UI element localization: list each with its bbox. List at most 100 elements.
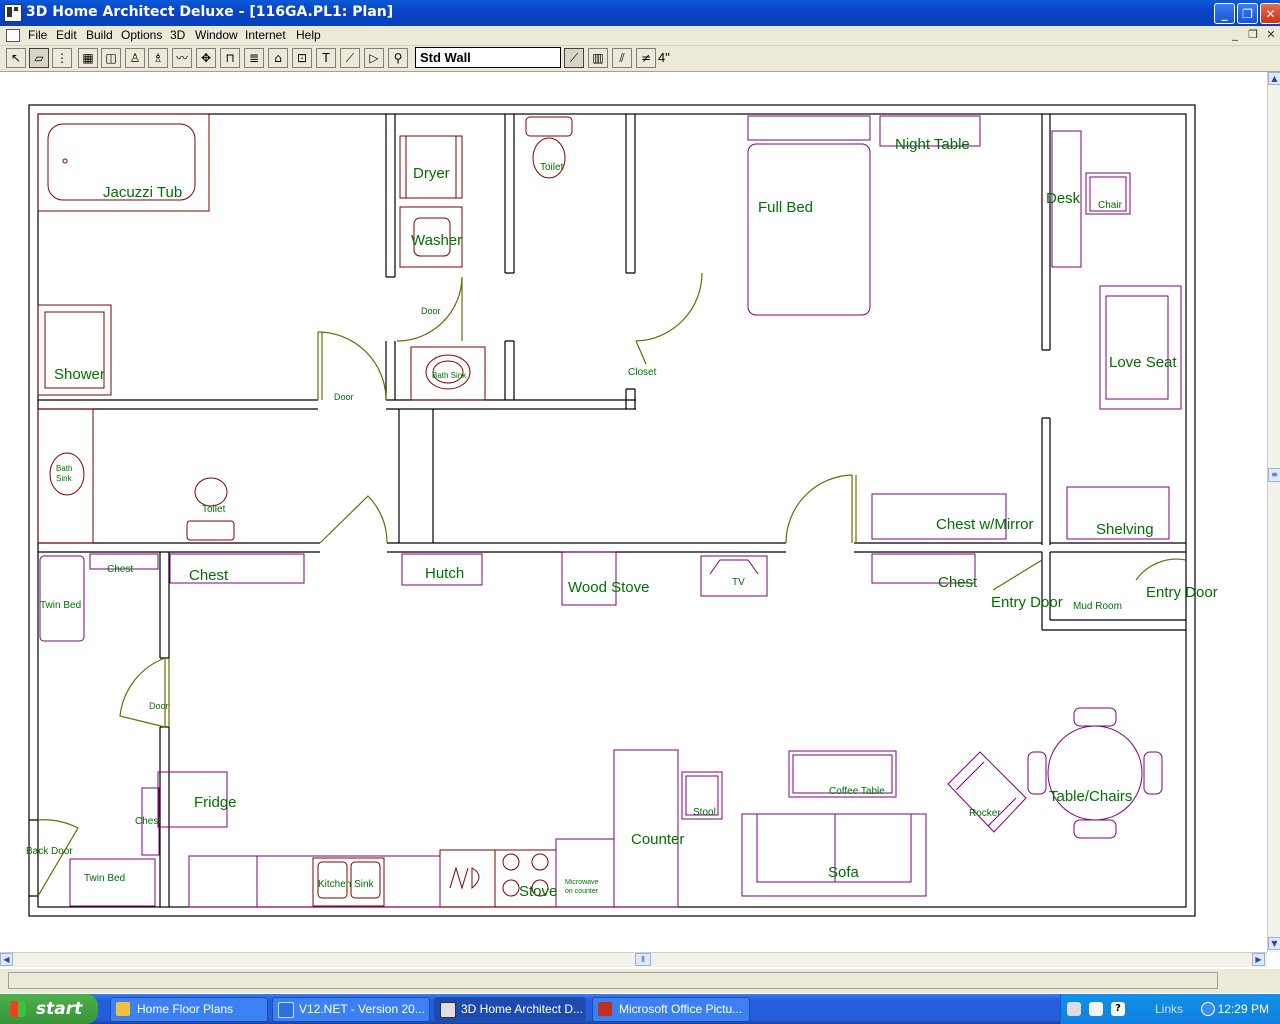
label-wood-stove[interactable]: Wood Stove: [568, 579, 649, 596]
label-stool[interactable]: Stool: [693, 807, 716, 818]
wall-type-select[interactable]: Std Wall: [415, 47, 561, 68]
vertical-scrollbar[interactable]: ▲ ≡ ▼: [1267, 72, 1280, 952]
label-counter[interactable]: Counter: [631, 831, 684, 848]
label-chest-1[interactable]: Chest: [107, 564, 133, 575]
mdi-close-icon[interactable]: ✕: [1264, 28, 1278, 41]
label-entry-door-2[interactable]: Entry Door: [1146, 584, 1218, 601]
wall-tool-icon[interactable]: ▱: [29, 48, 49, 68]
zoom-icon[interactable]: ⚲: [388, 48, 408, 68]
text-tool-icon[interactable]: T: [316, 48, 336, 68]
task-v12-net[interactable]: V12.NET - Version 20...: [272, 997, 430, 1022]
label-full-bed[interactable]: Full Bed: [758, 199, 813, 216]
document-icon[interactable]: [6, 29, 20, 42]
label-jacuzzi-tub[interactable]: Jacuzzi Tub: [103, 184, 182, 201]
close-button[interactable]: ✕: [1260, 3, 1280, 24]
dimension-icon[interactable]: ⟋: [340, 48, 360, 68]
menu-internet[interactable]: Internet: [245, 28, 286, 42]
label-tv[interactable]: TV: [732, 577, 745, 588]
label-washer[interactable]: Washer: [411, 232, 462, 249]
tray-help-icon[interactable]: ?: [1111, 1002, 1125, 1016]
label-shelving[interactable]: Shelving: [1096, 521, 1154, 538]
label-hutch[interactable]: Hutch: [425, 565, 464, 582]
label-rocker[interactable]: Rocker: [969, 808, 1001, 819]
divider-icon[interactable]: ⋮: [52, 48, 72, 68]
straight-wall-icon[interactable]: ⟋: [564, 48, 584, 68]
label-door-3[interactable]: Door: [149, 701, 169, 711]
stairs-icon[interactable]: ≣: [244, 48, 264, 68]
grid-icon[interactable]: ▦: [78, 48, 98, 68]
label-mud-room[interactable]: Mud Room: [1073, 601, 1122, 612]
menu-build[interactable]: Build: [86, 28, 113, 42]
label-sofa[interactable]: Sofa: [828, 864, 859, 881]
tray-tool-icon[interactable]: [1067, 1002, 1081, 1016]
mdi-minimize-icon[interactable]: _: [1228, 28, 1242, 41]
tree-icon[interactable]: ✥: [196, 48, 216, 68]
horizontal-scroll-thumb[interactable]: ⦀: [635, 953, 651, 966]
label-chest-4[interactable]: Chest: [135, 816, 161, 827]
label-night-table[interactable]: Night Table: [895, 136, 970, 153]
task-3d-home-architect[interactable]: 3D Home Architect D...: [434, 997, 586, 1022]
menu-options[interactable]: Options: [121, 28, 162, 42]
maximize-button[interactable]: ❐: [1237, 3, 1258, 24]
scroll-up-icon[interactable]: ▲: [1268, 72, 1280, 85]
label-love-seat[interactable]: Love Seat: [1109, 354, 1177, 371]
scroll-right-icon[interactable]: ▶: [1252, 953, 1265, 966]
wall-thickness[interactable]: 4": [658, 50, 670, 65]
label-kitchen-sink[interactable]: Kitchen Sink: [318, 879, 374, 890]
start-button[interactable]: start: [0, 994, 98, 1024]
menu-window[interactable]: Window: [195, 28, 238, 42]
label-door-2[interactable]: Door: [334, 392, 354, 402]
arrow-tool-icon[interactable]: ▷: [364, 48, 384, 68]
roof-icon[interactable]: ⌂: [268, 48, 288, 68]
label-closet[interactable]: Closet: [628, 367, 656, 378]
break-wall-icon[interactable]: ≠: [636, 48, 656, 68]
label-coffee-table[interactable]: Coffee Table: [829, 786, 885, 797]
menu-edit[interactable]: Edit: [56, 28, 77, 42]
label-fridge[interactable]: Fridge: [194, 794, 237, 811]
label-back-door[interactable]: Back Door: [26, 846, 73, 857]
label-microwave[interactable]: Microwave on counter: [565, 878, 605, 896]
menu-file[interactable]: File: [28, 28, 47, 42]
vertical-scroll-thumb[interactable]: ≡: [1268, 468, 1280, 482]
label-shower[interactable]: Shower: [54, 366, 105, 383]
label-chest-3[interactable]: Chest: [938, 574, 977, 591]
label-chest-2[interactable]: Chest: [189, 567, 228, 584]
tray-monitor-icon[interactable]: [1089, 1002, 1103, 1016]
label-chest-w-mirror[interactable]: Chest w/Mirror: [936, 516, 1034, 533]
label-entry-door-1[interactable]: Entry Door: [991, 594, 1063, 611]
label-table-chairs[interactable]: Table/Chairs: [1049, 788, 1132, 805]
label-twin-bed-1[interactable]: Twin Bed: [40, 600, 81, 611]
label-stove[interactable]: Stove: [519, 883, 557, 900]
task-office-picture-manager[interactable]: Microsoft Office Pictu...: [592, 997, 750, 1022]
deck-icon[interactable]: ⊡: [292, 48, 312, 68]
select-arrow-icon[interactable]: ↖: [6, 48, 26, 68]
horizontal-scrollbar[interactable]: ◀ ⦀ ▶: [0, 952, 1267, 967]
landscape-icon[interactable]: 〰: [172, 48, 192, 68]
cabinet-icon[interactable]: ◫: [101, 48, 121, 68]
furniture-icon[interactable]: ♗: [148, 48, 168, 68]
menu-help[interactable]: Help: [296, 28, 321, 42]
label-toilet-1[interactable]: Toilet: [540, 162, 563, 173]
scroll-left-icon[interactable]: ◀: [0, 953, 13, 966]
task-home-floor-plans[interactable]: Home Floor Plans: [110, 997, 268, 1022]
label-desk[interactable]: Desk: [1046, 190, 1080, 207]
label-door-1[interactable]: Door: [421, 306, 441, 316]
label-toilet-2[interactable]: Toilet: [202, 504, 225, 515]
label-bath-sink-1[interactable]: Bath Sink: [432, 371, 466, 380]
label-bath-sink-2[interactable]: Bath Sink: [56, 464, 78, 484]
tray-expand-icon[interactable]: [1201, 1002, 1215, 1016]
menu-3d[interactable]: 3D: [170, 28, 185, 42]
minimize-button[interactable]: _: [1214, 3, 1235, 24]
scroll-down-icon[interactable]: ▼: [1268, 937, 1280, 950]
app-icon[interactable]: [4, 4, 22, 22]
plan-canvas[interactable]: Jacuzzi Tub Dryer Washer Toilet Full Bed…: [0, 72, 1267, 952]
mdi-restore-icon[interactable]: ❐: [1246, 28, 1260, 41]
railing-icon[interactable]: ▥: [588, 48, 608, 68]
links-toolbar[interactable]: Links: [1155, 1002, 1183, 1016]
label-dryer[interactable]: Dryer: [413, 165, 450, 182]
window-tool-icon[interactable]: ⊓: [220, 48, 240, 68]
fixture-icon[interactable]: ♙: [125, 48, 145, 68]
fence-icon[interactable]: ⫽: [612, 48, 632, 68]
label-chair[interactable]: Chair: [1098, 200, 1122, 211]
label-twin-bed-2[interactable]: Twin Bed: [84, 873, 125, 884]
